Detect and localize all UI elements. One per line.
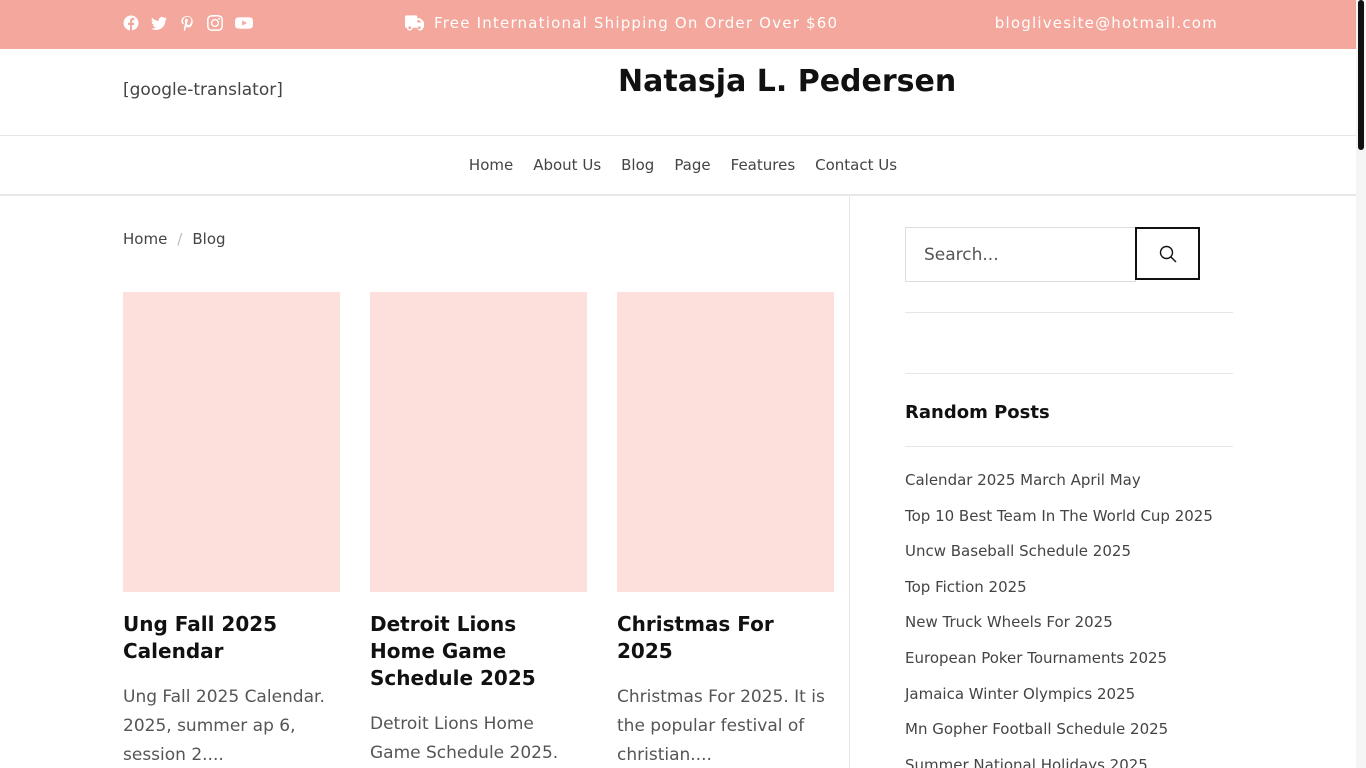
scrollbar-thumb[interactable] — [1358, 0, 1364, 150]
nav-item-blog[interactable]: Blog — [621, 156, 654, 174]
twitter-icon[interactable] — [151, 15, 167, 31]
random-post-link[interactable]: Mn Gopher Football Schedule 2025 — [905, 717, 1213, 753]
post-excerpt: Detroit Lions Home Game Schedule 2025. T… — [370, 714, 559, 763]
instagram-icon[interactable] — [207, 15, 223, 31]
post-thumbnail[interactable] — [370, 292, 587, 592]
site-header: [google-translator] Natasja L. Pedersen — [0, 49, 1356, 136]
random-post-link[interactable]: Uncw Baseball Schedule 2025 — [905, 539, 1213, 575]
google-translator-placeholder: [google-translator] — [123, 80, 283, 100]
search-input[interactable] — [905, 227, 1136, 282]
post-excerpt: Ung Fall 2025 Calendar. 2025, summer ap … — [123, 687, 325, 765]
page-scrollbar[interactable] — [1356, 0, 1366, 768]
contact-email[interactable]: bloglivesite@hotmail.com — [995, 14, 1218, 32]
youtube-icon[interactable] — [235, 15, 253, 31]
facebook-icon[interactable] — [123, 15, 139, 31]
post-card: Detroit Lions Home Game Schedule 2025 De… — [370, 292, 587, 768]
social-links — [123, 15, 253, 31]
main-navigation: Home About Us Blog Page Features Contact… — [0, 136, 1356, 196]
pinterest-icon[interactable] — [179, 15, 195, 31]
nav-item-about-us[interactable]: About Us — [533, 156, 601, 174]
site-title[interactable]: Natasja L. Pedersen — [618, 64, 956, 99]
nav-item-home[interactable]: Home — [469, 156, 513, 174]
breadcrumb-current: Blog — [192, 230, 226, 248]
sidebar-divider — [905, 446, 1233, 447]
nav-item-page[interactable]: Page — [674, 156, 710, 174]
search-icon — [1159, 245, 1176, 262]
truck-icon — [405, 15, 424, 31]
breadcrumb-separator: / — [177, 230, 183, 248]
post-thumbnail[interactable] — [617, 292, 834, 592]
shipping-text: Free International Shipping On Order Ove… — [434, 14, 839, 32]
main-content: Home / Blog Ung Fall 2025 Calendar Ung F… — [0, 196, 850, 768]
random-posts-list: Calendar 2025 March April May Top 10 Bes… — [905, 468, 1213, 768]
post-title[interactable]: Christmas For 2025 — [617, 611, 834, 665]
shipping-notice: Free International Shipping On Order Ove… — [405, 14, 838, 32]
post-title[interactable]: Ung Fall 2025 Calendar — [123, 611, 340, 665]
nav-item-features[interactable]: Features — [731, 156, 796, 174]
search-button[interactable] — [1135, 227, 1200, 280]
search-form — [905, 227, 1201, 282]
sidebar-divider — [905, 312, 1233, 313]
breadcrumb-home[interactable]: Home — [123, 230, 167, 248]
random-post-link[interactable]: Calendar 2025 March April May — [905, 468, 1213, 504]
post-thumbnail[interactable] — [123, 292, 340, 592]
sidebar-divider — [905, 373, 1233, 374]
breadcrumb: Home / Blog — [123, 230, 226, 248]
post-card: Ung Fall 2025 Calendar Ung Fall 2025 Cal… — [123, 292, 340, 768]
nav-item-contact-us[interactable]: Contact Us — [815, 156, 897, 174]
post-card: Christmas For 2025 Christmas For 2025. I… — [617, 292, 834, 768]
random-posts-title: Random Posts — [905, 402, 1050, 423]
random-post-link[interactable]: New Truck Wheels For 2025 — [905, 610, 1213, 646]
top-bar: Free International Shipping On Order Ove… — [0, 0, 1356, 49]
random-post-link[interactable]: Summer National Holidays 2025 — [905, 753, 1213, 768]
post-title[interactable]: Detroit Lions Home Game Schedule 2025 — [370, 611, 587, 692]
random-post-link[interactable]: Top Fiction 2025 — [905, 575, 1213, 611]
random-post-link[interactable]: European Poker Tournaments 2025 — [905, 646, 1213, 682]
post-excerpt: Christmas For 2025. It is the popular fe… — [617, 687, 825, 765]
random-post-link[interactable]: Top 10 Best Team In The World Cup 2025 — [905, 504, 1213, 540]
random-post-link[interactable]: Jamaica Winter Olympics 2025 — [905, 682, 1213, 718]
